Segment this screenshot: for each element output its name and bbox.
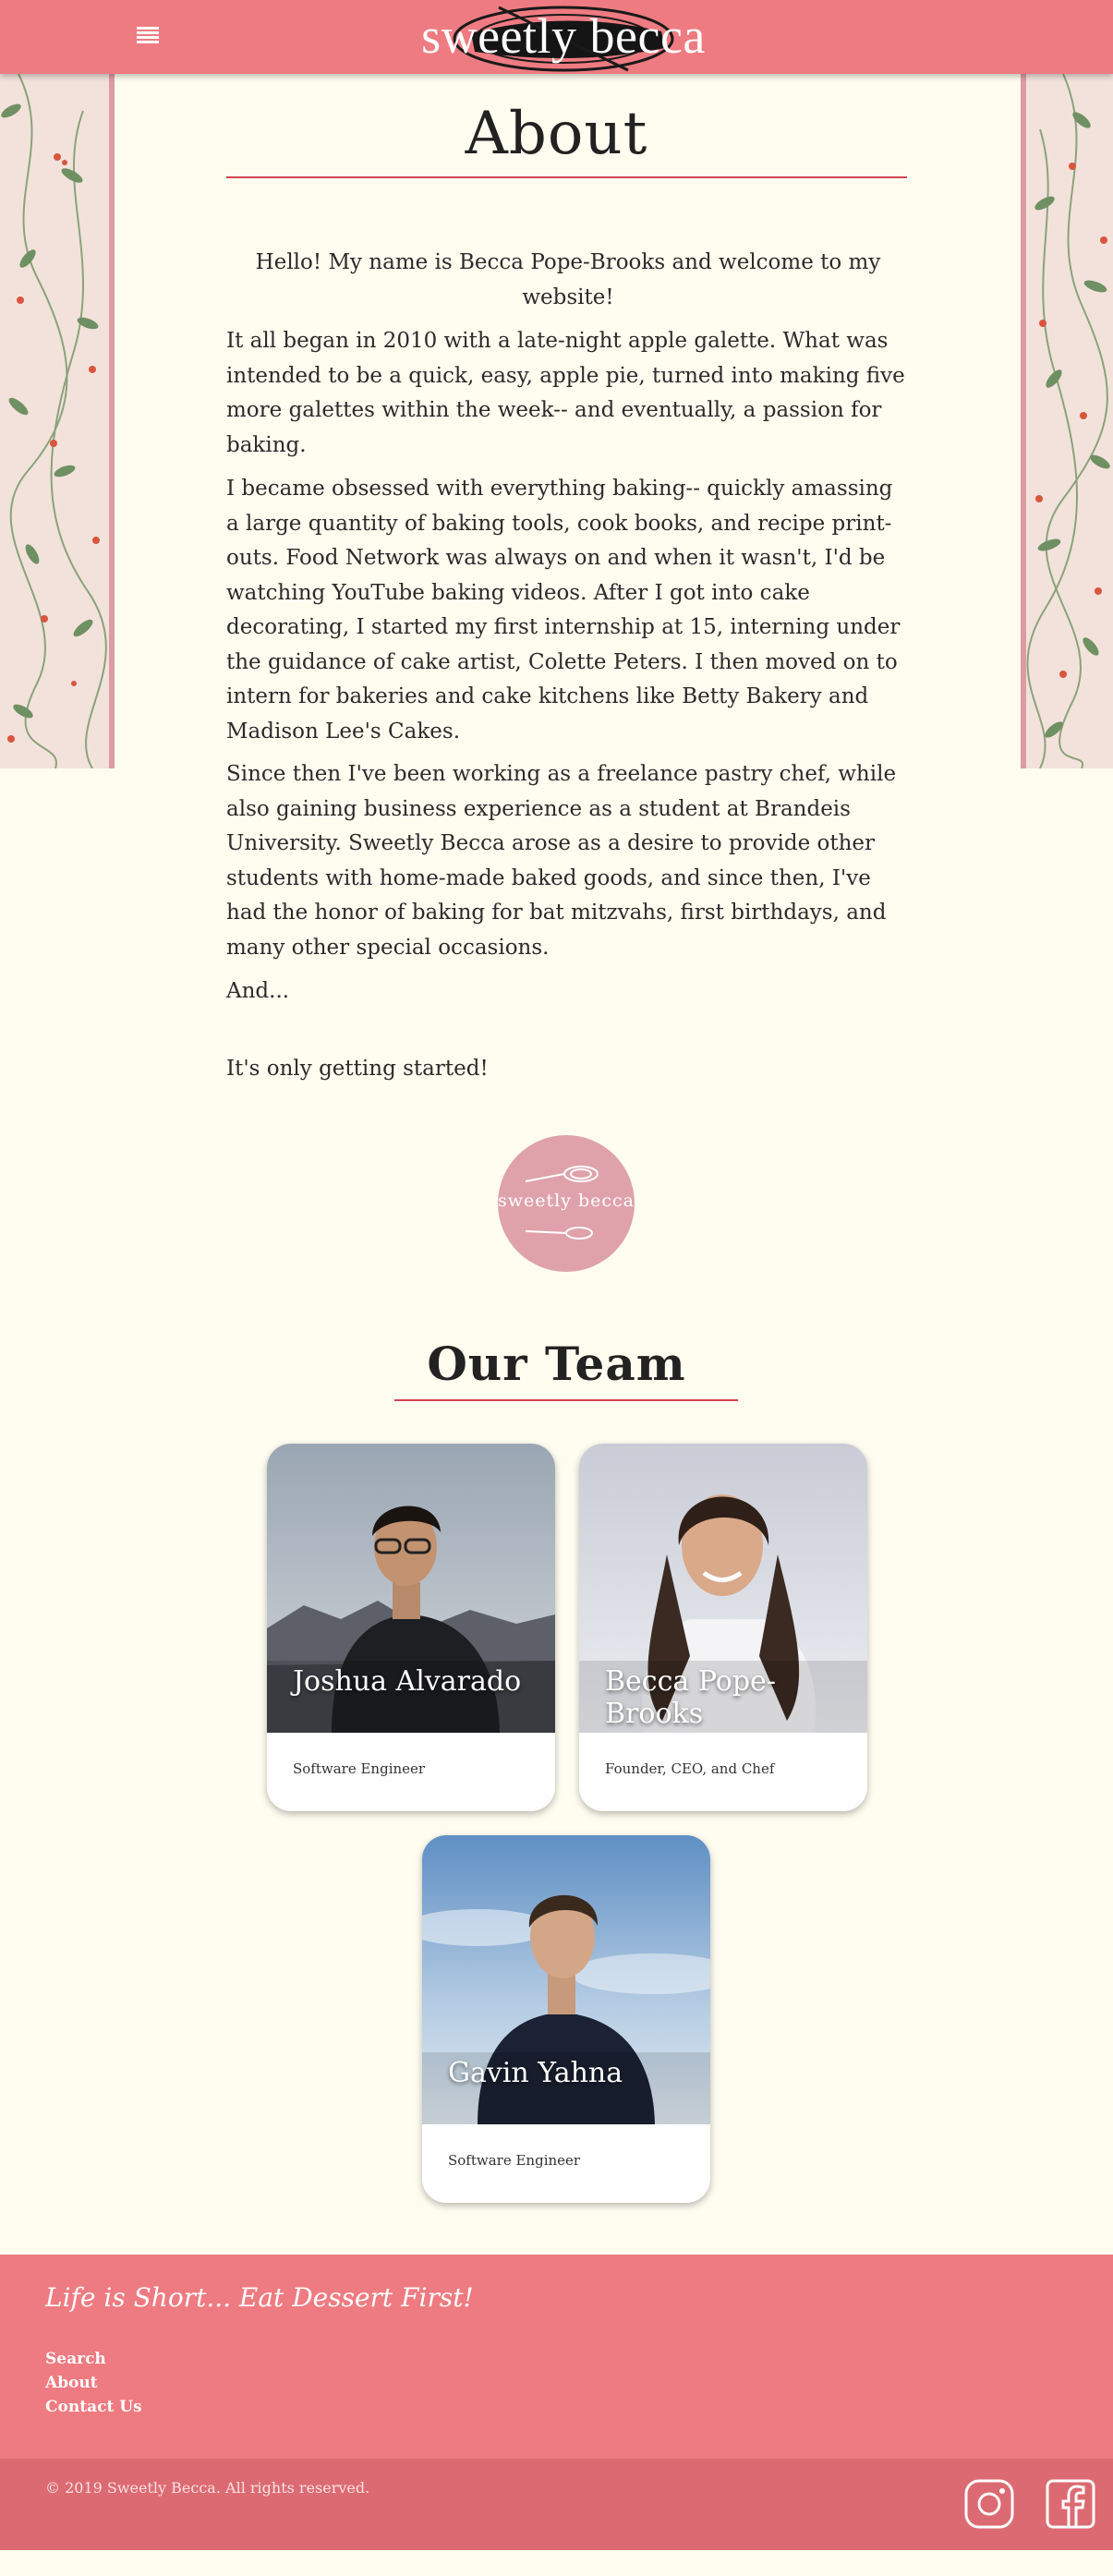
about-paragraph: And... xyxy=(226,979,290,1003)
footer-nav: Search About Contact Us xyxy=(45,2347,142,2419)
about-paragraph: I became obsessed with everything baking… xyxy=(226,477,901,744)
footer-tagline: Life is Short... Eat Dessert First! xyxy=(45,2282,474,2313)
instagram-icon[interactable] xyxy=(963,2478,1015,2530)
about-paragraph: It all began in 2010 with a late-night a… xyxy=(226,329,905,457)
page-title: About xyxy=(465,100,648,168)
footer-link-contact[interactable]: Contact Us xyxy=(45,2395,142,2419)
team-member-name: Becca Pope-Brooks xyxy=(605,1665,776,1730)
team-member-role: Software Engineer xyxy=(448,2152,581,2169)
hamburger-menu-icon[interactable] xyxy=(137,24,159,46)
site-header: sweetly becca xyxy=(0,0,1113,74)
footer-bottom-bar: © 2019 Sweetly Becca. All rights reserve… xyxy=(0,2459,1113,2550)
about-paragraph: Since then I've been working as a freela… xyxy=(226,762,897,960)
floral-border-right xyxy=(1021,74,1113,768)
site-footer: Life is Short... Eat Dessert First! Sear… xyxy=(0,2255,1113,2550)
team-section-title: Our Team xyxy=(427,1336,686,1391)
team-member-role: Founder, CEO, and Chef xyxy=(605,1760,775,1777)
about-paragraph: It's only getting started! xyxy=(226,1057,489,1081)
floral-border-left xyxy=(0,74,115,768)
team-card[interactable]: Joshua Alvarado Software Engineer xyxy=(267,1444,555,1811)
team-member-name: Gavin Yahna xyxy=(448,2057,623,2089)
site-logo[interactable]: sweetly becca xyxy=(406,0,720,74)
footer-link-about[interactable]: About xyxy=(45,2371,142,2395)
floral-vine-graphic xyxy=(1026,74,1110,768)
team-card[interactable]: Becca Pope-Brooks Founder, CEO, and Chef xyxy=(579,1444,867,1811)
facebook-icon[interactable] xyxy=(1045,2478,1096,2530)
floral-vine-graphic xyxy=(1,74,107,768)
team-title-underline xyxy=(394,1399,738,1401)
team-member-role: Software Engineer xyxy=(293,1760,426,1777)
sweetly-becca-badge: sweetly becca xyxy=(498,1135,635,1272)
team-card[interactable]: Gavin Yahna Software Engineer xyxy=(422,1835,710,2203)
badge-label: sweetly becca xyxy=(498,1191,635,1211)
team-member-name: Joshua Alvarado xyxy=(293,1665,522,1698)
about-paragraph: Hello! My name is Becca Pope-Brooks and … xyxy=(255,250,881,309)
footer-link-search[interactable]: Search xyxy=(45,2347,142,2371)
brand-name[interactable]: sweetly becca xyxy=(406,4,720,68)
title-underline xyxy=(226,176,907,178)
copyright-text: © 2019 Sweetly Becca. All rights reserve… xyxy=(45,2479,370,2497)
